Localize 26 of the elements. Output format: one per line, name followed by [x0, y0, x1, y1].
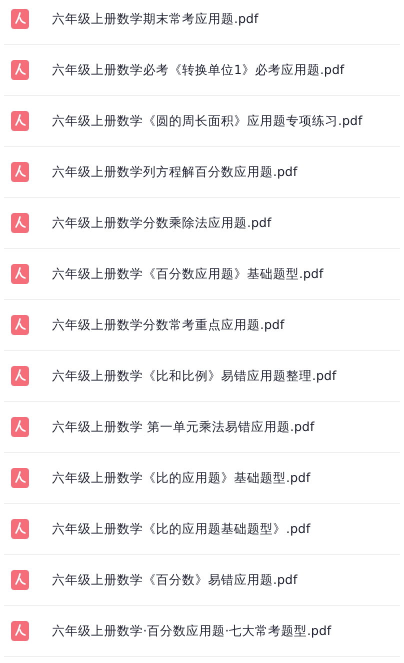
file-name[interactable]: 六年级上册数学《比的应用题》基础题型.pdf	[52, 470, 310, 486]
file-name[interactable]: 六年级上册数学分数常考重点应用题.pdf	[52, 316, 284, 334]
file-name[interactable]: 六年级上册数学分数乘除法应用题.pdf	[52, 214, 272, 232]
file-name[interactable]: 六年级上册数学《百分数应用题》基础题型.pdf	[52, 266, 324, 282]
file-name[interactable]: 六年级上册数学·百分数应用题·七大常考题型.pdf	[52, 622, 332, 640]
file-name[interactable]: 六年级上册数学《圆的周长面积》应用题专项练习.pdf	[52, 112, 362, 130]
pdf-file-icon	[11, 213, 29, 233]
pdf-file-icon	[11, 519, 29, 539]
pdf-file-icon	[11, 417, 29, 437]
pdf-file-icon	[11, 570, 29, 590]
file-name[interactable]: 六年级上册数学《比的应用题基础题型》.pdf	[52, 520, 310, 538]
pdf-file-icon	[11, 162, 29, 182]
pdf-file-icon	[11, 315, 29, 335]
pdf-file-icon	[11, 366, 29, 386]
pdf-file-icon	[11, 264, 29, 284]
pdf-file-icon	[11, 111, 29, 131]
file-name[interactable]: 六年级上册数学《百分数》易错应用题.pdf	[52, 572, 298, 588]
file-name[interactable]: 六年级上册数学必考《转换单位1》必考应用题.pdf	[52, 62, 344, 78]
file-name[interactable]: 六年级上册数学 第一单元乘法易错应用题.pdf	[52, 418, 314, 436]
file-name[interactable]: 六年级上册数学期末常考应用题.pdf	[52, 10, 258, 28]
pdf-file-icon	[11, 9, 29, 29]
file-name[interactable]: 六年级上册数学列方程解百分数应用题.pdf	[52, 164, 298, 180]
pdf-file-icon	[11, 468, 29, 488]
file-name[interactable]: 六年级上册数学《比和比例》易错应用题整理.pdf	[52, 368, 336, 384]
pdf-file-icon	[11, 621, 29, 641]
pdf-file-icon	[11, 60, 29, 80]
